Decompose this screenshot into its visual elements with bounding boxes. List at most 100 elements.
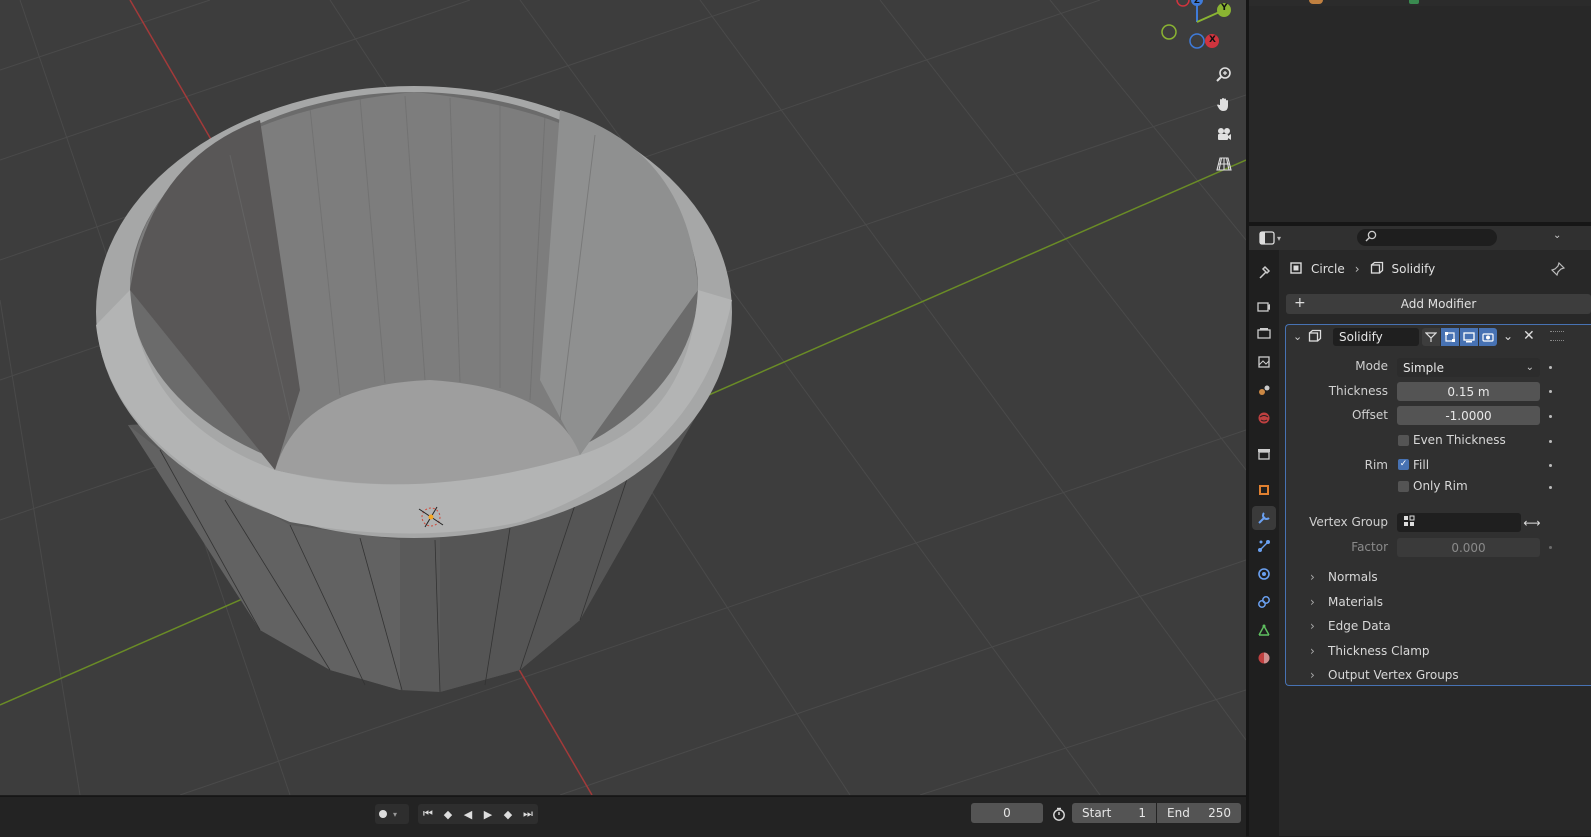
chevron-right-icon: › <box>1310 668 1315 682</box>
solidify-modifier-icon <box>1370 261 1384 278</box>
particles-tab-icon[interactable] <box>1252 534 1276 558</box>
subpanel-thickness-clamp[interactable]: › Thickness Clamp <box>1310 644 1430 658</box>
only-rim-label: Only Rim <box>1413 479 1468 493</box>
chevron-right-icon: › <box>1310 619 1315 633</box>
gizmo-x-label: X <box>1209 35 1216 45</box>
vertex-group-field[interactable] <box>1397 513 1521 532</box>
invert-vertex-group-icon[interactable]: ⟷ <box>1522 513 1542 532</box>
jump-end-icon[interactable]: ⏭ <box>518 804 538 824</box>
drag-handle-icon[interactable] <box>1550 331 1564 341</box>
pan-hand-icon[interactable] <box>1211 91 1237 117</box>
play-icon[interactable]: ▶ <box>478 804 498 824</box>
options-dropdown-icon[interactable]: ⌄ <box>1553 230 1561 241</box>
factor-keyframe-dot[interactable] <box>1549 546 1552 549</box>
breadcrumb-object: Circle <box>1311 262 1345 276</box>
start-label: Start <box>1082 806 1112 820</box>
chevron-right-icon: › <box>1310 644 1315 658</box>
properties-search-input[interactable] <box>1357 229 1497 246</box>
mode-keyframe-dot[interactable] <box>1549 366 1552 369</box>
offset-label: Offset <box>1351 408 1388 422</box>
constraints-tab-icon[interactable] <box>1252 590 1276 614</box>
subpanel-output-vertex-groups-label: Output Vertex Groups <box>1328 668 1459 682</box>
pin-icon[interactable] <box>1550 261 1567 278</box>
3d-viewport[interactable]: Y X Z <box>0 0 1246 795</box>
end-value: 250 <box>1208 806 1231 820</box>
world-tab-icon[interactable] <box>1252 406 1276 430</box>
view-layer-tab-icon[interactable] <box>1252 350 1276 374</box>
modifier-dropdown-icon[interactable]: ⌄ <box>1503 329 1513 343</box>
subpanel-edge-data[interactable]: › Edge Data <box>1310 619 1391 633</box>
only-rim-checkbox[interactable] <box>1398 481 1409 492</box>
thickness-value: 0.15 m <box>1447 384 1490 399</box>
current-frame-value: 0 <box>1003 806 1011 820</box>
offset-value: -1.0000 <box>1445 408 1492 423</box>
fill-checkbox[interactable]: ✓ <box>1398 459 1409 470</box>
breadcrumb: Circle › Solidify <box>1289 260 1435 278</box>
render-tab-icon[interactable] <box>1252 294 1276 318</box>
current-frame-field[interactable]: 0 <box>971 803 1043 823</box>
object-data-icon <box>1289 261 1303 278</box>
close-icon[interactable]: ✕ <box>1523 328 1535 344</box>
subpanel-thickness-clamp-label: Thickness Clamp <box>1328 644 1430 658</box>
end-frame-field[interactable]: End 250 <box>1157 803 1241 823</box>
even-thickness-keyframe-dot[interactable] <box>1549 440 1552 443</box>
navigation-gizmo[interactable]: Y X Z <box>1160 0 1240 50</box>
fill-keyframe-dot[interactable] <box>1549 464 1552 467</box>
offset-field[interactable]: -1.0000 <box>1397 406 1540 425</box>
physics-tab-icon[interactable] <box>1252 562 1276 586</box>
add-modifier-button[interactable]: + Add Modifier <box>1286 294 1591 314</box>
modifier-icon <box>1409 0 1419 4</box>
modifier-name: Solidify <box>1339 330 1383 344</box>
jump-keyframe-forward-icon[interactable]: ◆ <box>498 804 518 824</box>
modifier-name-field[interactable]: Solidify <box>1333 328 1419 346</box>
stopwatch-icon[interactable] <box>1049 804 1069 824</box>
tool-tab-icon[interactable] <box>1252 260 1276 284</box>
only-rim-keyframe-dot[interactable] <box>1549 486 1552 489</box>
factor-field[interactable]: 0.000 <box>1397 538 1540 557</box>
subpanel-output-vertex-groups[interactable]: › Output Vertex Groups <box>1310 668 1459 682</box>
start-frame-field[interactable]: Start 1 <box>1072 803 1156 823</box>
scene-tab-icon[interactable] <box>1252 378 1276 402</box>
thickness-keyframe-dot[interactable] <box>1549 390 1552 393</box>
start-value: 1 <box>1138 806 1146 820</box>
collection-tab-icon[interactable] <box>1252 442 1276 466</box>
solidify-bucket-mesh <box>96 86 732 693</box>
subpanel-normals[interactable]: › Normals <box>1310 570 1378 584</box>
play-reverse-icon[interactable]: ◀ <box>458 804 478 824</box>
modifier-tab-icon[interactable] <box>1252 506 1276 530</box>
fill-label: Fill <box>1413 458 1430 472</box>
jump-start-icon[interactable]: ⏮ <box>418 804 438 824</box>
editor-type-icon[interactable]: ▾ <box>1259 230 1289 246</box>
perspective-grid-icon[interactable] <box>1211 151 1237 177</box>
subpanel-materials[interactable]: › Materials <box>1310 595 1383 609</box>
vertex-group-label: Vertex Group <box>1309 515 1388 529</box>
on-cage-toggle-icon[interactable] <box>1422 328 1440 346</box>
mode-dropdown[interactable]: Simple ⌄ <box>1397 358 1540 377</box>
factor-label: Factor <box>1351 540 1388 554</box>
chevron-down-icon: ⌄ <box>1525 362 1534 373</box>
subpanel-materials-label: Materials <box>1328 595 1384 609</box>
search-icon <box>1365 230 1377 245</box>
subpanel-normals-label: Normals <box>1328 570 1378 584</box>
chevron-right-icon: › <box>1310 570 1315 584</box>
keyframe-record-icon[interactable]: ▾ <box>375 804 409 824</box>
thickness-field[interactable]: 0.15 m <box>1397 382 1540 401</box>
panel-collapse-icon[interactable]: ⌄ <box>1293 330 1302 343</box>
jump-keyframe-back-icon[interactable]: ◆ <box>438 804 458 824</box>
material-tab-icon[interactable] <box>1252 646 1276 670</box>
data-tab-icon[interactable] <box>1252 618 1276 642</box>
zoom-icon[interactable] <box>1211 61 1237 87</box>
properties-header: ▾ ⌄ <box>1249 226 1591 250</box>
edit-mode-toggle-icon[interactable] <box>1441 328 1459 346</box>
viewport-toggle-icon[interactable] <box>1460 328 1478 346</box>
even-thickness-checkbox[interactable] <box>1398 435 1409 446</box>
object-tab-icon[interactable] <box>1252 478 1276 502</box>
camera-view-icon[interactable] <box>1211 121 1237 147</box>
output-tab-icon[interactable] <box>1252 322 1276 346</box>
vertex-group-icon <box>1403 515 1415 530</box>
outliner-panel[interactable] <box>1249 0 1591 222</box>
plus-icon: + <box>1294 295 1306 311</box>
offset-keyframe-dot[interactable] <box>1549 415 1552 418</box>
outliner-row-partial[interactable] <box>1249 0 1591 6</box>
render-toggle-icon[interactable] <box>1479 328 1497 346</box>
